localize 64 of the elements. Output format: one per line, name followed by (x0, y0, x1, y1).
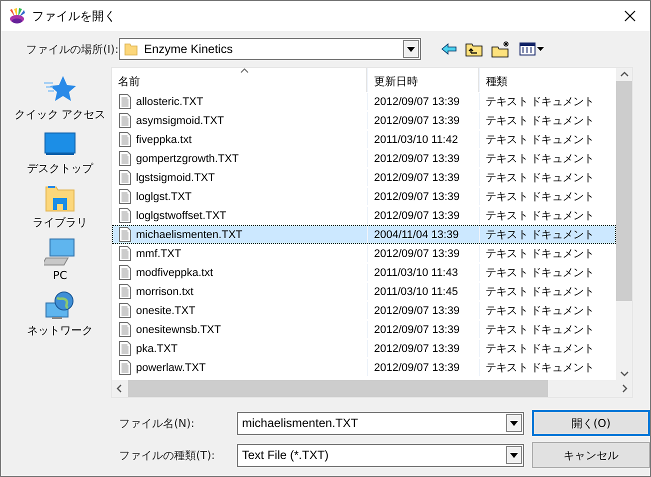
document-icon (119, 322, 131, 337)
document-icon (119, 284, 131, 299)
new-folder-icon[interactable] (491, 40, 511, 58)
location-label: ファイルの場所(I): (25, 42, 119, 56)
file-name-label: ファイル名(N): (119, 416, 196, 430)
library-icon (45, 183, 75, 213)
file-row[interactable]: powerlaw.TXT 2012/09/07 13:39 テキスト ドキュメント (112, 358, 616, 377)
scroll-right-icon[interactable] (622, 384, 628, 393)
file-type-dropdown[interactable]: Text File (*.TXT) (237, 444, 524, 466)
file-row[interactable]: asymsigmoid.TXT 2012/09/07 13:39 テキスト ドキュメント (112, 111, 616, 130)
file-row[interactable]: modfiveppka.txt 2011/03/10 11:43 テキスト ドキュメント (112, 263, 616, 282)
folder-icon (124, 42, 138, 56)
file-row[interactable]: fiveppka.txt 2011/03/10 11:42 テキスト ドキュメント (112, 130, 616, 149)
file-row[interactable]: allosteric.TXT 2012/09/07 13:39 テキスト ドキュメント (112, 92, 616, 111)
file-row[interactable]: loglgst.TXT 2012/09/07 13:39 テキスト ドキュメント (112, 187, 616, 206)
file-row[interactable]: gompertzgrowth.TXT 2012/09/07 13:39 テキスト ドキュメント (112, 149, 616, 168)
document-icon (119, 208, 131, 223)
file-row[interactable]: pka.TXT 2012/09/07 13:39 テキスト ドキュメント (112, 339, 616, 358)
scroll-down-icon[interactable] (620, 371, 628, 377)
document-icon (119, 113, 131, 128)
computer-icon (44, 238, 76, 266)
file-row[interactable]: onesitewnsb.TXT 2012/09/07 13:39 テキスト ドキュメント (112, 320, 616, 339)
sidebar-item[interactable]: PC (10, 237, 110, 291)
document-icon (119, 341, 131, 356)
file-row[interactable]: michaelismenten.TXT 2004/11/04 13:39 テキスト ドキュメント (112, 225, 616, 244)
scroll-up-icon[interactable] (620, 71, 628, 77)
sort-caret-icon (240, 68, 249, 73)
file-row[interactable]: mmf.TXT 2012/09/07 13:39 テキスト ドキュメント (112, 244, 616, 263)
horizontal-scrollbar[interactable] (112, 380, 632, 397)
column-header[interactable]: 名前 (112, 68, 367, 92)
close-icon (624, 10, 636, 22)
scroll-left-icon[interactable] (116, 384, 122, 393)
file-type-label: ファイルの種類(T): (119, 448, 216, 462)
document-icon (119, 227, 131, 242)
document-icon (119, 360, 131, 375)
sidebar-item[interactable]: デスクトップ (10, 129, 110, 183)
column-header[interactable]: 更新日時 (367, 68, 479, 92)
document-icon (119, 265, 131, 280)
app-icon (8, 7, 26, 25)
sidebar-item[interactable]: ネットワーク (10, 291, 110, 345)
vertical-scrollbar[interactable] (616, 68, 632, 380)
sidebar-item[interactable]: ライブラリ (10, 183, 110, 237)
cancel-button[interactable]: キャンセル (532, 442, 650, 468)
location-dropdown[interactable]: Enzyme Kinetics (119, 38, 421, 60)
back-arrow-icon[interactable] (441, 42, 457, 56)
file-row[interactable]: onesite.TXT 2012/09/07 13:39 テキスト ドキュメント (112, 301, 616, 320)
document-icon (119, 303, 131, 318)
up-folder-icon[interactable] (465, 41, 483, 57)
document-icon (119, 151, 131, 166)
desktop-icon (44, 131, 76, 157)
view-menu-icon[interactable] (519, 42, 545, 56)
network-globe-icon (44, 291, 76, 321)
document-icon (119, 132, 131, 147)
window-title: ファイルを開く (32, 8, 117, 24)
sidebar-item[interactable]: クイック アクセス (10, 75, 110, 129)
file-row[interactable]: lgstsigmoid.TXT 2012/09/07 13:39 テキスト ドキュメント (112, 168, 616, 187)
document-icon (119, 246, 131, 261)
file-row[interactable]: loglgstwoffset.TXT 2012/09/07 13:39 テキスト ドキュメント (112, 206, 616, 225)
document-icon (119, 170, 131, 185)
document-icon (119, 189, 131, 204)
file-row[interactable]: morrison.txt 2011/03/10 11:45 テキスト ドキュメント (112, 282, 616, 301)
file-name-field[interactable]: michaelismenten.TXT (237, 412, 524, 434)
open-button[interactable]: 開く(O) (532, 410, 650, 436)
document-icon (119, 94, 131, 109)
